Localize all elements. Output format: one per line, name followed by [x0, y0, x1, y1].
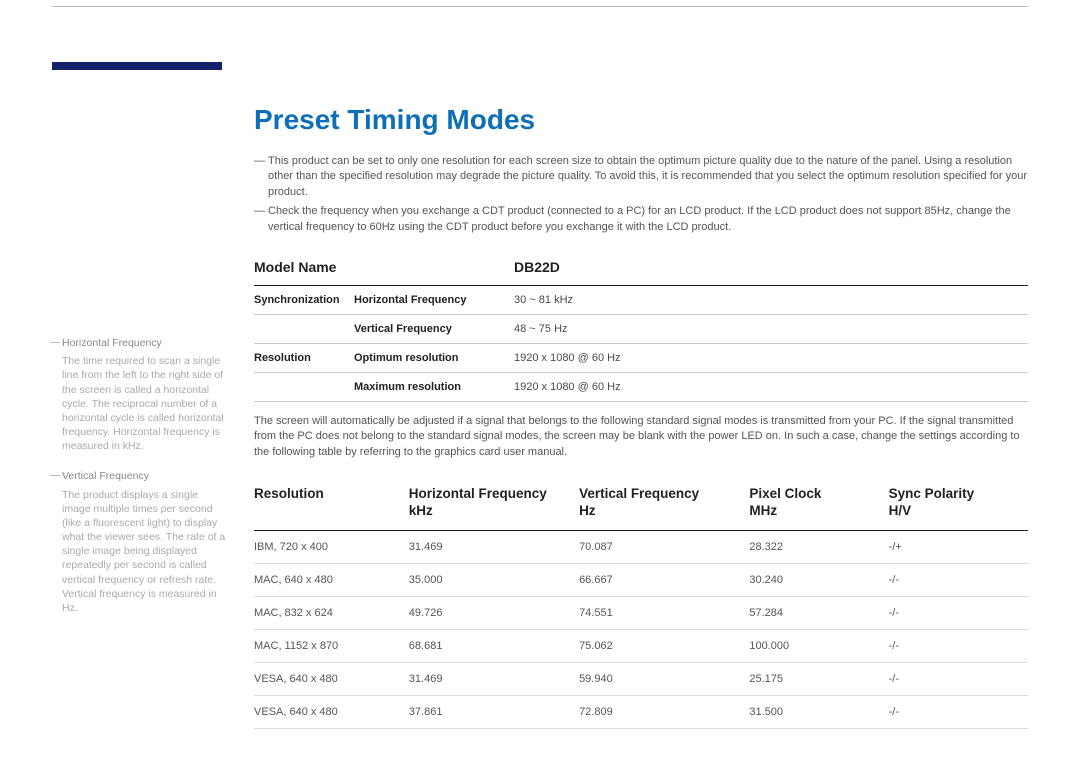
spec-row: Resolution Optimum resolution 1920 x 108…: [254, 343, 1028, 372]
spec-group: [254, 314, 354, 343]
cell-p: 30.240: [749, 563, 888, 596]
cell-s: -/-: [889, 563, 1028, 596]
cell-v: 59.940: [579, 662, 749, 695]
note-item: Check the frequency when you exchange a …: [254, 204, 1028, 235]
spec-row: Vertical Frequency 48 ~ 75 Hz: [254, 314, 1028, 343]
timing-row: VESA, 640 x 480 31.469 59.940 25.175 -/-: [254, 662, 1028, 695]
glossary-term: Vertical Frequency: [52, 469, 227, 483]
spec-label: Optimum resolution: [354, 343, 514, 372]
sidebar-glossary: Horizontal Frequency The time required t…: [52, 336, 227, 631]
cell-res: MAC, 640 x 480: [254, 563, 409, 596]
cell-p: 28.322: [749, 530, 888, 563]
cell-s: -/+: [889, 530, 1028, 563]
timing-body: IBM, 720 x 400 31.469 70.087 28.322 -/+ …: [254, 530, 1028, 728]
timing-row: MAC, 640 x 480 35.000 66.667 30.240 -/-: [254, 563, 1028, 596]
page-title: Preset Timing Modes: [254, 104, 1028, 136]
cell-v: 70.087: [579, 530, 749, 563]
cell-p: 25.175: [749, 662, 888, 695]
spec-row: Synchronization Horizontal Frequency 30 …: [254, 285, 1028, 314]
cell-h: 31.469: [409, 530, 579, 563]
mid-paragraph: The screen will automatically be adjuste…: [254, 414, 1028, 460]
col-sync-unit: H/V: [889, 503, 912, 518]
cell-p: 31.500: [749, 695, 888, 728]
spec-label: Maximum resolution: [354, 372, 514, 401]
cell-h: 37.861: [409, 695, 579, 728]
main-content: Preset Timing Modes This product can be …: [254, 104, 1028, 729]
timing-row: VESA, 640 x 480 37.861 72.809 31.500 -/-: [254, 695, 1028, 728]
col-pclock: Pixel Clock MHz: [749, 478, 888, 530]
col-hfreq-unit: kHz: [409, 503, 433, 518]
intro-notes: This product can be set to only one reso…: [254, 154, 1028, 235]
col-resolution: Resolution: [254, 478, 409, 530]
spec-label: Vertical Frequency: [354, 314, 514, 343]
glossary-desc: The time required to scan a single line …: [52, 354, 227, 453]
col-hfreq: Horizontal Frequency kHz: [409, 478, 579, 530]
spec-group: [254, 372, 354, 401]
spec-row: Maximum resolution 1920 x 1080 @ 60 Hz: [254, 372, 1028, 401]
spec-header-row: Model Name DB22D: [254, 253, 1028, 286]
spec-value: 1920 x 1080 @ 60 Hz: [514, 372, 1028, 401]
glossary-desc: The product displays a single image mult…: [52, 488, 227, 616]
cell-res: MAC, 1152 x 870: [254, 629, 409, 662]
cell-h: 35.000: [409, 563, 579, 596]
col-pclock-label: Pixel Clock: [749, 486, 821, 501]
col-sync: Sync Polarity H/V: [889, 478, 1028, 530]
note-item: This product can be set to only one reso…: [254, 154, 1028, 200]
page-top-rule: [52, 0, 1028, 7]
col-sync-label: Sync Polarity: [889, 486, 975, 501]
cell-v: 72.809: [579, 695, 749, 728]
spec-value: 48 ~ 75 Hz: [514, 314, 1028, 343]
cell-res: VESA, 640 x 480: [254, 695, 409, 728]
timing-row: MAC, 1152 x 870 68.681 75.062 100.000 -/…: [254, 629, 1028, 662]
timing-table: Resolution Horizontal Frequency kHz Vert…: [254, 478, 1028, 729]
model-name-value: DB22D: [514, 253, 1028, 286]
cell-h: 68.681: [409, 629, 579, 662]
chapter-accent-bar: [52, 62, 222, 70]
col-pclock-unit: MHz: [749, 503, 777, 518]
timing-row: IBM, 720 x 400 31.469 70.087 28.322 -/+: [254, 530, 1028, 563]
cell-h: 49.726: [409, 596, 579, 629]
cell-res: IBM, 720 x 400: [254, 530, 409, 563]
glossary-term: Horizontal Frequency: [52, 336, 227, 350]
model-name-label: Model Name: [254, 253, 514, 286]
cell-s: -/-: [889, 596, 1028, 629]
cell-p: 57.284: [749, 596, 888, 629]
col-vfreq-unit: Hz: [579, 503, 596, 518]
col-vfreq-label: Vertical Frequency: [579, 486, 699, 501]
timing-row: MAC, 832 x 624 49.726 74.551 57.284 -/-: [254, 596, 1028, 629]
cell-p: 100.000: [749, 629, 888, 662]
cell-v: 75.062: [579, 629, 749, 662]
spec-value: 30 ~ 81 kHz: [514, 285, 1028, 314]
spec-value: 1920 x 1080 @ 60 Hz: [514, 343, 1028, 372]
cell-v: 66.667: [579, 563, 749, 596]
spec-group: Resolution: [254, 343, 354, 372]
cell-res: MAC, 832 x 624: [254, 596, 409, 629]
spec-group: Synchronization: [254, 285, 354, 314]
spec-label: Horizontal Frequency: [354, 285, 514, 314]
cell-s: -/-: [889, 662, 1028, 695]
col-hfreq-label: Horizontal Frequency: [409, 486, 547, 501]
cell-v: 74.551: [579, 596, 749, 629]
col-vfreq: Vertical Frequency Hz: [579, 478, 749, 530]
cell-s: -/-: [889, 629, 1028, 662]
cell-h: 31.469: [409, 662, 579, 695]
spec-table: Model Name DB22D Synchronization Horizon…: [254, 253, 1028, 402]
cell-res: VESA, 640 x 480: [254, 662, 409, 695]
timing-header-row: Resolution Horizontal Frequency kHz Vert…: [254, 478, 1028, 530]
cell-s: -/-: [889, 695, 1028, 728]
